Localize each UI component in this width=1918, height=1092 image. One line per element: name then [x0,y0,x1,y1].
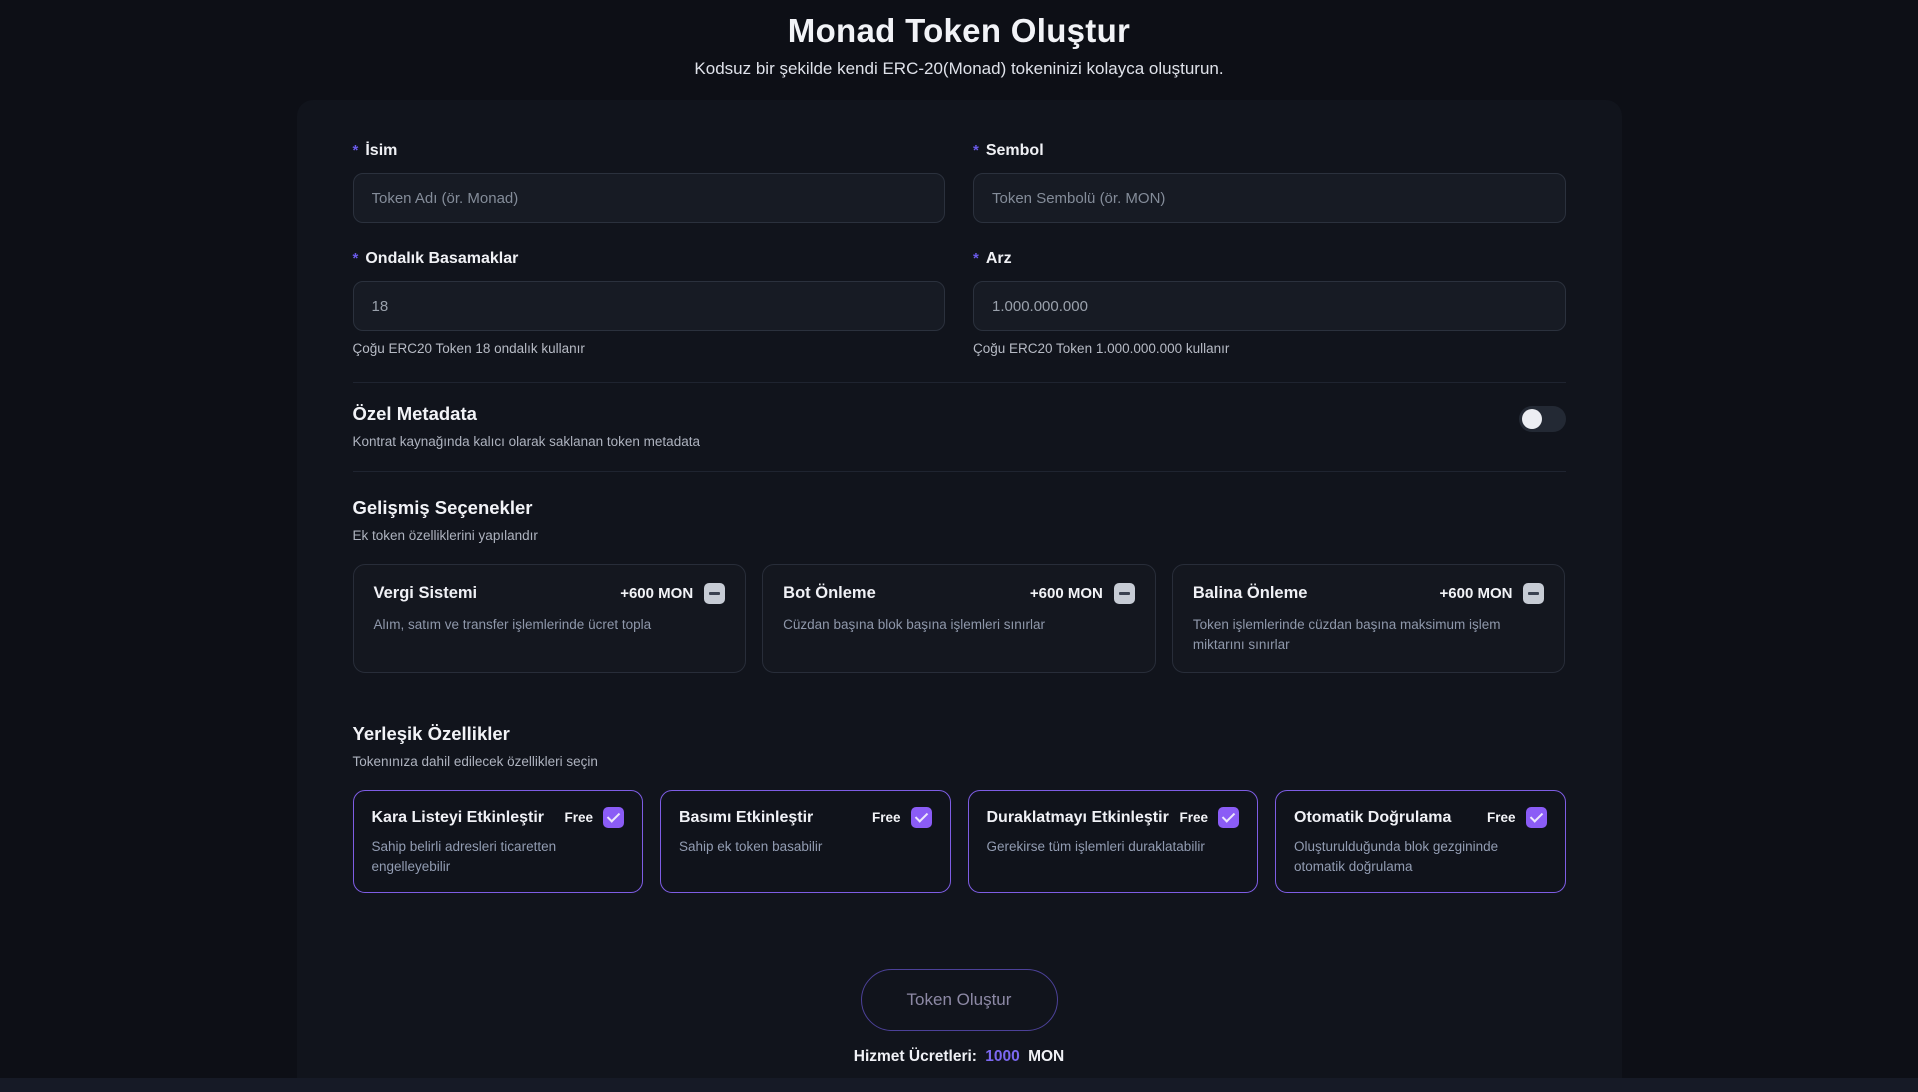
advanced-options-section: Gelişmiş Seçenekler Ek token özellikleri… [352,497,1566,674]
supply-field-group: * Arz Çoğu ERC20 Token 1.000.000.000 kul… [973,250,1566,356]
custom-metadata-text: Özel Metadata Kontrat kaynağında kalıcı … [353,403,700,449]
tax-system-name: Vergi Sistemi [373,584,478,602]
decimals-hint: Çoğu ERC20 Token 18 ondalık kullanır [352,341,585,356]
feature-head: Kara Listeyi Etkinleştir Free [371,807,624,829]
feature-right: Free [871,807,932,829]
option-head: Bot Önleme +600 MON [783,583,1135,604]
tax-system-checkbox-minus-icon[interactable] [704,583,726,604]
supply-field-label: Arz [985,250,1012,267]
submit-area: Token Oluştur [353,969,1566,1032]
builtin-features-title: Yerleşik Özellikler [352,723,510,745]
symbol-field-group: * Sembol [973,142,1566,223]
feature-right: Free [1486,807,1547,829]
decimals-field-group: * Ondalık Basamaklar Çoğu ERC20 Token 18… [352,250,946,356]
custom-metadata-toggle[interactable] [1518,406,1566,432]
name-label-row: * İsim [353,142,946,160]
auto-verify-checkbox-check-icon[interactable] [1525,807,1547,829]
anti-whale-checkbox-minus-icon[interactable] [1523,583,1545,604]
symbol-input[interactable] [973,173,1566,223]
toggle-knob [1521,409,1542,429]
name-field-label: İsim [365,142,398,159]
auto-verify-feature-name: Otomatik Doğrulama [1294,808,1452,826]
blacklist-feature-card[interactable]: Kara Listeyi Etkinleştir Free Sahip beli… [352,790,643,894]
minting-feature-description: Sahip ek token basabilir [679,839,823,855]
advanced-options-grid: Vergi Sistemi +600 MON Alım, satım ve tr… [352,564,1566,674]
custom-metadata-title: Özel Metadata [352,403,477,424]
required-star: * [973,250,979,267]
feature-head: Duraklatmayı Etkinleştir Free [986,807,1239,829]
custom-metadata-description: Kontrat kaynağında kalıcı olarak saklana… [352,434,700,449]
auto-verify-feature-card[interactable]: Otomatik Doğrulama Free Oluşturulduğunda… [1275,790,1566,894]
auto-verify-feature-description: Oluşturulduğunda blok gezgininde otomati… [1294,839,1499,874]
feature-head: Basımı Etkinleştir Free [679,807,932,829]
pause-feature-card[interactable]: Duraklatmayı Etkinleştir Free Gerekirse … [967,790,1258,894]
minting-feature-card[interactable]: Basımı Etkinleştir Free Sahip ek token b… [660,790,951,894]
blacklist-feature-description: Sahip belirli adresleri ticaretten engel… [371,839,557,874]
custom-metadata-section: Özel Metadata Kontrat kaynağında kalıcı … [353,383,1566,471]
anti-bot-checkbox-minus-icon[interactable] [1113,583,1135,604]
tax-system-price: +600 MON [620,585,694,602]
service-fee-currency: MON [1028,1048,1065,1066]
builtin-features-grid: Kara Listeyi Etkinleştir Free Sahip beli… [352,790,1566,894]
supply-input[interactable] [973,281,1566,331]
service-fee-line: Hizmet Ücretleri: 1000 MON [353,1048,1566,1066]
next-section-edge [0,1078,1918,1092]
tax-system-card[interactable]: Vergi Sistemi +600 MON Alım, satım ve tr… [352,564,747,674]
option-right: +600 MON [1440,583,1545,604]
required-star: * [352,142,359,159]
decimals-label-row: * Ondalık Basamaklar [353,250,946,268]
supply-label-row: * Arz [973,250,1566,268]
builtin-features-section: Yerleşik Özellikler Tokenınıza dahil edi… [352,723,1566,894]
minting-feature-price: Free [871,810,901,826]
option-head: Vergi Sistemi +600 MON [374,583,726,604]
required-star: * [973,142,979,159]
page-title: Monad Token Oluştur [787,12,1131,49]
anti-bot-name: Bot Önleme [783,584,876,602]
auto-verify-feature-price: Free [1486,810,1516,826]
decimals-field-label: Ondalık Basamaklar [365,250,519,267]
pause-feature-description: Gerekirse tüm işlemleri duraklatabilir [986,839,1205,855]
feature-right: Free [1179,807,1239,829]
anti-whale-price: +600 MON [1439,585,1513,602]
service-fee-prefix: Hizmet Ücretleri: [853,1048,977,1066]
blacklist-feature-name: Kara Listeyi Etkinleştir [371,808,545,826]
decimals-input[interactable] [352,281,945,331]
anti-bot-price: +600 MON [1029,585,1103,602]
anti-whale-description: Token işlemlerinde cüzdan başına maksimu… [1192,617,1501,652]
anti-whale-card[interactable]: Balina Önleme +600 MON Token işlemlerind… [1171,564,1566,674]
name-symbol-row: * İsim * Sembol [352,142,1566,223]
minting-checkbox-check-icon[interactable] [910,807,932,829]
pause-feature-price: Free [1179,810,1208,826]
advanced-options-title: Gelişmiş Seçenekler [352,497,533,518]
token-form-card: * İsim * Sembol * Ondalık Basamaklar Çoğ… [296,100,1622,1092]
name-field-group: * İsim [352,142,946,223]
divider [352,471,1566,472]
option-head: Balina Önleme +600 MON [1193,583,1545,604]
page-header: Monad Token Oluştur Kodsuz bir şekilde k… [0,0,1918,79]
service-fee-amount: 1000 [985,1048,1020,1066]
pause-feature-name: Duraklatmayı Etkinleştir [986,808,1169,826]
symbol-field-label: Sembol [985,142,1044,159]
required-star: * [352,250,359,267]
minting-feature-name: Basımı Etkinleştir [679,808,814,826]
feature-right: Free [564,807,624,829]
advanced-options-subtitle: Ek token özelliklerini yapılandır [352,528,538,543]
supply-hint: Çoğu ERC20 Token 1.000.000.000 kullanır [973,341,1230,356]
option-right: +600 MON [1030,583,1135,604]
anti-whale-name: Balina Önleme [1192,584,1308,602]
create-token-button[interactable]: Token Oluştur [860,969,1058,1032]
blacklist-feature-price: Free [564,810,593,826]
pause-checkbox-check-icon[interactable] [1218,807,1239,829]
builtin-features-subtitle: Tokenınıza dahil edilecek özellikleri se… [352,754,598,770]
symbol-label-row: * Sembol [973,142,1566,160]
feature-head: Otomatik Doğrulama Free [1294,807,1547,829]
decimals-supply-row: * Ondalık Basamaklar Çoğu ERC20 Token 18… [352,250,1566,356]
blacklist-checkbox-check-icon[interactable] [603,807,624,829]
anti-bot-card[interactable]: Bot Önleme +600 MON Cüzdan başına blok b… [762,564,1156,674]
anti-bot-description: Cüzdan başına blok başına işlemleri sını… [783,617,1046,632]
option-right: +600 MON [620,583,726,604]
page-subtitle: Kodsuz bir şekilde kendi ERC-20(Monad) t… [694,59,1224,78]
tax-system-description: Alım, satım ve transfer işlemlerinde ücr… [373,617,652,632]
name-input[interactable] [352,173,945,223]
